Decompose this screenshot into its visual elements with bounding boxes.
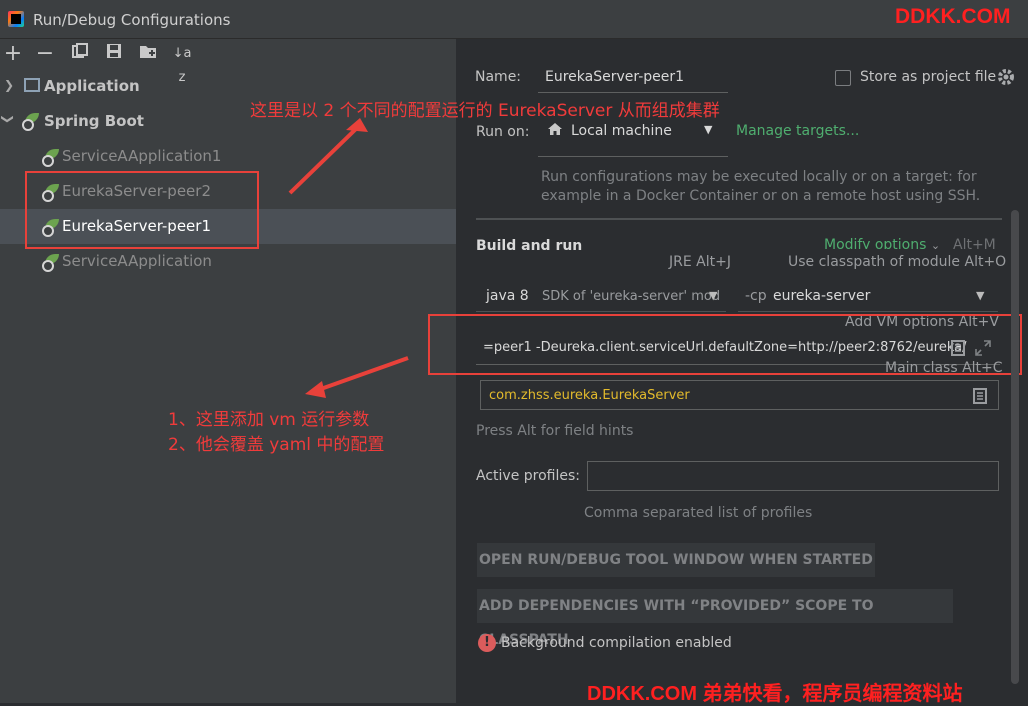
- open-tool-window-option[interactable]: OPEN RUN/DEBUG TOOL WINDOW WHEN STARTED: [477, 543, 875, 577]
- new-folder-icon[interactable]: [136, 42, 160, 66]
- tree-item-serviceaapplication[interactable]: ServiceAApplication: [0, 244, 456, 279]
- annotation-vm-note-2: 2、他会覆盖 yaml 中的配置: [168, 435, 385, 455]
- chevron-down-icon[interactable]: ❯: [1, 114, 15, 126]
- home-icon: [548, 123, 562, 135]
- active-profiles-field[interactable]: [587, 461, 999, 491]
- name-value: EurekaServer-peer1: [545, 69, 685, 85]
- active-profiles-label: Active profiles:: [476, 468, 580, 484]
- run-on-hint-line1: Run configurations may be executed local…: [541, 169, 977, 185]
- tree-group-label: Spring Boot: [44, 112, 144, 130]
- jre-shortcut-hint: JRE Alt+J: [669, 254, 731, 270]
- window-title: Run/Debug Configurations: [33, 11, 231, 29]
- error-icon: !: [478, 634, 496, 652]
- chevron-down-icon: ▼: [976, 289, 985, 302]
- peer-configs-highlight-box: [25, 171, 259, 249]
- main-class-shortcut-hint: Main class Alt+C: [885, 360, 1003, 376]
- chevron-down-icon: ▼: [704, 123, 713, 136]
- background-compilation-text: Background compilation enabled: [501, 635, 732, 651]
- add-icon[interactable]: +: [1, 42, 25, 66]
- annotation-cluster-note: 这里是以 2 个不同的配置运行的 EurekaServer 从而组成集群: [250, 101, 720, 121]
- save-icon[interactable]: [102, 42, 126, 66]
- name-label: Name:: [475, 69, 522, 85]
- chevron-down-icon: ▼: [709, 289, 718, 302]
- jre-value: java 8: [486, 288, 529, 304]
- separator: [476, 218, 1002, 220]
- classpath-dropdown[interactable]: -cp eureka-server ▼: [738, 280, 998, 312]
- tree-group-label: Application: [44, 77, 140, 95]
- tree-item-label: ServiceAApplication: [62, 252, 212, 270]
- chevron-down-icon: ⌄: [930, 239, 941, 249]
- store-as-project-file-checkbox[interactable]: [835, 70, 851, 86]
- build-and-run-title: Build and run: [476, 238, 583, 254]
- remove-icon[interactable]: −: [33, 42, 57, 66]
- file-icon[interactable]: [973, 388, 987, 408]
- run-on-hint-line2: example in a Docker Container or on a re…: [541, 188, 981, 204]
- modify-options-label: Modify options: [824, 237, 927, 249]
- cp-value: eureka-server: [773, 288, 871, 304]
- config-tree-panel: + − ↓a z ❯ Application ❯ Spring Boot Ser…: [0, 39, 456, 703]
- watermark-bottom: DDKK.COM 弟弟快看，程序员编程资料站: [587, 683, 963, 705]
- watermark-top: DDKK.COM: [895, 5, 1011, 28]
- title-bar: Run/Debug Configurations DDKK.COM: [0, 0, 1028, 39]
- cp-prefix: -cp: [745, 288, 767, 304]
- add-dependencies-option[interactable]: ADD DEPENDENCIES WITH “PROVIDED” SCOPE T…: [477, 589, 953, 648]
- application-icon: [24, 78, 40, 92]
- run-on-dropdown[interactable]: Local machine ▼: [538, 116, 728, 157]
- main-class-field[interactable]: com.zhss.eureka.EurekaServer: [480, 380, 999, 410]
- store-as-project-file-label: Store as project file: [860, 69, 997, 85]
- annotation-vm-note-1: 1、这里添加 vm 运行参数: [168, 410, 370, 430]
- manage-targets-link[interactable]: Manage targets...: [736, 123, 859, 139]
- run-on-value: Local machine: [571, 123, 672, 139]
- main-class-value: com.zhss.eureka.EurekaServer: [489, 388, 690, 403]
- intellij-logo-icon: [8, 11, 24, 27]
- chevron-right-icon[interactable]: ❯: [4, 78, 16, 92]
- jre-dropdown[interactable]: java 8 SDK of 'eureka-server' mod ▼: [476, 280, 726, 312]
- classpath-shortcut-hint: Use classpath of module Alt+O: [788, 254, 1007, 270]
- spring-boot-icon: [22, 113, 40, 131]
- modify-options-shortcut: Alt+M: [953, 237, 996, 249]
- run-on-label: Run on:: [476, 124, 530, 140]
- field-hints-text: Press Alt for field hints: [476, 423, 634, 439]
- tree-toolbar: + − ↓a z: [0, 39, 456, 86]
- sort-icon[interactable]: ↓a z: [170, 42, 194, 85]
- jre-detail: SDK of 'eureka-server' mod: [542, 289, 721, 304]
- name-field[interactable]: EurekaServer-peer1: [538, 63, 728, 93]
- gear-icon[interactable]: [997, 68, 1015, 86]
- modify-options-link[interactable]: Modify options ⌄: [824, 237, 940, 249]
- tree-item-label: ServiceAApplication1: [62, 147, 222, 165]
- tree-item-serviceaapplication1[interactable]: ServiceAApplication1: [0, 139, 456, 174]
- copy-icon[interactable]: [68, 42, 92, 66]
- spring-boot-icon: [42, 254, 60, 272]
- spring-boot-icon: [42, 149, 60, 167]
- scrollbar[interactable]: [1011, 210, 1019, 684]
- profiles-hint: Comma separated list of profiles: [584, 505, 813, 521]
